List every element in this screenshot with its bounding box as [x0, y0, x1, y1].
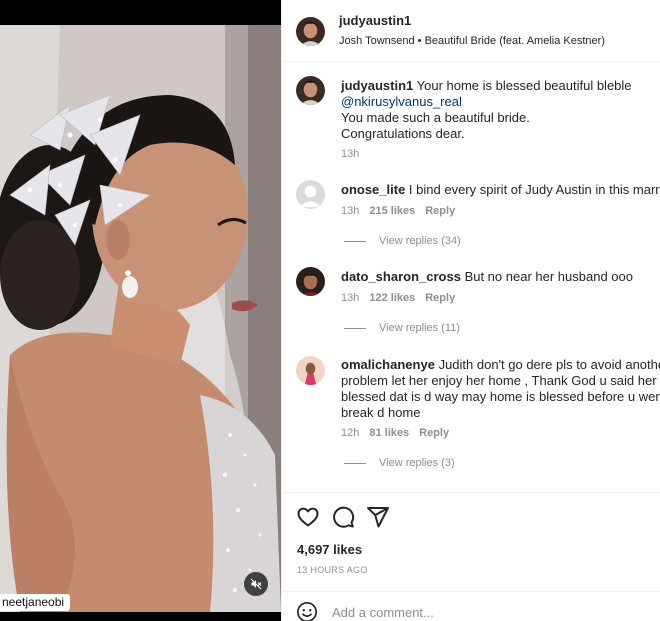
caption-text-1: Your home is blessed beautiful bleble	[416, 78, 632, 93]
media-bottom-bar	[0, 612, 281, 621]
comment-avatar[interactable]	[296, 356, 325, 385]
comment-3-reply-button[interactable]: Reply	[419, 427, 449, 439]
comment-2-time[interactable]: 13h	[341, 292, 359, 304]
comment-3-view-replies-label: View replies (3)	[379, 457, 455, 469]
caption-line-1: judyaustin1 Your home is blessed beautif…	[341, 78, 632, 94]
author-avatar[interactable]	[296, 17, 325, 46]
comment-2-view-replies[interactable]: View replies (11)	[344, 322, 460, 334]
comment-1-text: I bind every spirit of Judy Austin in th…	[408, 182, 660, 197]
comment-input[interactable]	[332, 603, 632, 621]
comment-1-view-replies-label: View replies (34)	[379, 235, 461, 247]
bride-illustration	[0, 25, 281, 612]
comment-3-line-1: omalichanenye Judith don't go dere pls t…	[341, 357, 660, 373]
caption-line-3: You made such a beautiful bride.	[341, 110, 530, 125]
post-media[interactable]: neetjaneobi	[0, 0, 281, 621]
likes-count[interactable]: 4,697 likes	[297, 542, 362, 557]
comment-1-username[interactable]: onose_lite	[341, 182, 405, 197]
comment-3-text-1: Judith don't go dere pls to avoid anothe…	[438, 357, 660, 372]
comment-1-view-replies[interactable]: View replies (34)	[344, 235, 461, 247]
comment-2-meta: 13h 122 likes Reply	[341, 292, 465, 304]
comment-bubble-icon[interactable]	[331, 505, 355, 529]
media-top-bar	[0, 0, 281, 25]
comment-1-reply-button[interactable]: Reply	[425, 205, 455, 217]
comment-2-reply-button[interactable]: Reply	[425, 292, 455, 304]
bride-photo[interactable]	[0, 25, 281, 612]
caption-line-4: Congratulations dear.	[341, 126, 465, 141]
comment-3-line-2: problem let her enjoy her home , Thank G…	[341, 373, 660, 388]
comment-1-likes[interactable]: 215 likes	[369, 205, 415, 217]
post-header: judyaustin1 Josh Townsend • Beautiful Br…	[282, 0, 660, 62]
caption-mention[interactable]: @nkirusylvanus_real	[341, 94, 462, 110]
add-comment-bar	[282, 591, 660, 621]
caption-meta: 13h	[341, 148, 369, 160]
comment-3-line-3: blessed dat is d way may home is blessed…	[341, 389, 660, 404]
comment-2-text: But no near her husband ooo	[464, 269, 633, 284]
comment-3-username[interactable]: omalichanenye	[341, 357, 435, 372]
caption-username[interactable]: judyaustin1	[341, 78, 413, 93]
post-time-ago: 13 HOURS AGO	[297, 565, 368, 575]
smiley-icon[interactable]	[296, 601, 318, 621]
comment-2-likes[interactable]: 122 likes	[369, 292, 415, 304]
comment-avatar[interactable]	[296, 180, 325, 209]
caption-avatar[interactable]	[296, 76, 325, 105]
comment-3-line-4: break d home	[341, 405, 421, 420]
post-sidebar: judyaustin1 Josh Townsend • Beautiful Br…	[281, 0, 660, 621]
comment-1-meta: 13h 215 likes Reply	[341, 205, 465, 217]
comment-1-time[interactable]: 13h	[341, 205, 359, 217]
comments-list[interactable]: judyaustin1 Your home is blessed beautif…	[282, 62, 660, 492]
comment-1-body: onose_lite I bind every spirit of Judy A…	[341, 182, 660, 198]
post-actions: 4,697 likes 13 HOURS AGO	[282, 492, 660, 621]
speaker-muted-icon	[250, 578, 262, 590]
comment-2-username[interactable]: dato_sharon_cross	[341, 269, 461, 284]
mute-button[interactable]	[244, 572, 268, 596]
heart-icon[interactable]	[296, 505, 320, 529]
comment-2-view-replies-label: View replies (11)	[379, 322, 460, 334]
comment-2-body: dato_sharon_cross But no near her husban…	[341, 269, 633, 285]
photo-credit-tag[interactable]: neetjaneobi	[0, 594, 71, 611]
comment-3-likes[interactable]: 81 likes	[369, 427, 409, 439]
comment-avatar[interactable]	[296, 267, 325, 296]
audio-track[interactable]: Josh Townsend • Beautiful Bride (feat. A…	[339, 35, 605, 47]
comment-3-view-replies[interactable]: View replies (3)	[344, 457, 455, 469]
paper-plane-icon[interactable]	[366, 505, 390, 529]
caption-time[interactable]: 13h	[341, 148, 359, 160]
comment-3-meta: 12h 81 likes Reply	[341, 427, 459, 439]
author-username[interactable]: judyaustin1	[339, 13, 411, 28]
comment-3-time[interactable]: 12h	[341, 427, 359, 439]
